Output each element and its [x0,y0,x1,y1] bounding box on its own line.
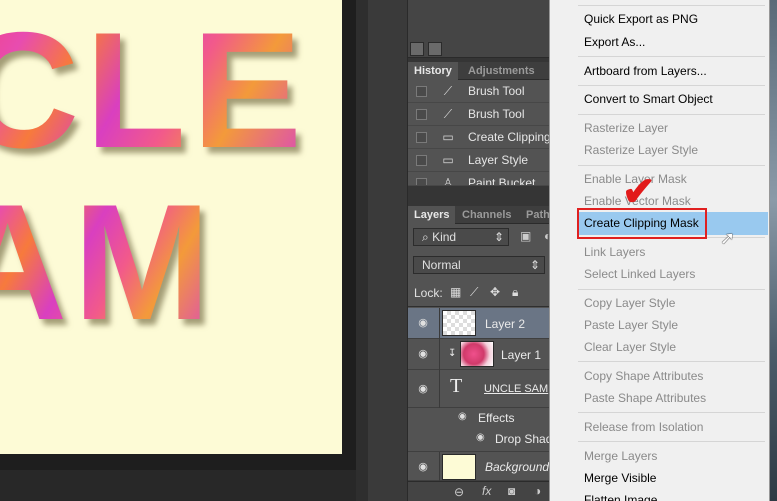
menu-separator [578,412,765,413]
workspace-divider [356,0,368,501]
history-checkbox[interactable] [416,178,427,185]
canvas-text-line-1: CLE [0,8,308,173]
effect-name: Drop Shad [495,432,553,446]
layer-context-menu: Quick Export as PNG Export As... Artboar… [549,0,770,501]
tab-adjustments[interactable]: Adjustments [462,62,541,80]
blend-mode-select[interactable]: Normal ⇕ [413,256,545,274]
menu-item-artboard-from-layers[interactable]: Artboard from Layers... [584,63,707,79]
brush-icon: ⟋ [443,84,453,98]
bucket-icon: ♙ [442,176,454,186]
lock-label: Lock: [414,286,443,300]
menu-item-select-linked-layers[interactable]: Select Linked Layers [584,266,695,282]
layer-name[interactable]: Background [485,460,549,474]
blend-mode-value: Normal [422,258,461,272]
divider [439,452,440,481]
layer-name[interactable]: Layer 1 [501,348,541,362]
checkmark-icon: ✔ [622,170,656,214]
canvas-text-line-2: AM [0,180,217,345]
image-filter-icon[interactable]: ▣ [520,229,531,243]
menu-item-export-as[interactable]: Export As... [584,34,645,50]
lock-all-icon[interactable]: 🔒︎ [512,285,518,300]
history-item-label: Layer Style [468,153,529,167]
menu-item-clear-layer-style[interactable]: Clear Layer Style [584,339,676,355]
updown-icon: ⇕ [493,230,504,244]
menu-item-paste-shape-attributes[interactable]: Paste Shape Attributes [584,390,706,406]
mouse-cursor-icon: ➚ [720,228,736,248]
menu-item-flatten-image[interactable]: Flatten Image [584,492,657,501]
photoshop-window: CLE AM History Adjustments ⟋ Brush Tool [0,0,777,501]
text-layer-icon: T [450,375,463,397]
tab-channels[interactable]: Channels [456,206,518,224]
history-checkbox[interactable] [416,132,427,143]
lock-transparency-icon[interactable]: ▦ [450,285,461,299]
clip-arrow-icon: ↧ [448,348,457,359]
history-checkbox[interactable] [416,155,427,166]
layer-filter-select[interactable]: ⌕ Kind ⇕ [413,228,509,246]
layer-thumbnail [460,341,494,367]
menu-item-merge-visible[interactable]: Merge Visible [584,470,656,486]
eye-icon[interactable]: ◉ [416,316,430,330]
link-icon[interactable]: ⊖ [454,485,464,499]
menu-item-rasterize-layer[interactable]: Rasterize Layer [584,120,668,136]
menu-item-convert-smart-object[interactable]: Convert to Smart Object [584,91,713,107]
menu-item-link-layers[interactable]: Link Layers [584,244,645,260]
eye-icon[interactable]: ◉ [458,411,467,422]
document-icon: ▭ [442,130,454,144]
canvas-shadow [342,0,356,470]
eye-icon[interactable]: ◉ [416,347,430,361]
tab-layers[interactable]: Layers [408,206,456,224]
collapsed-panel-column [368,0,408,501]
menu-item-copy-layer-style[interactable]: Copy Layer Style [584,295,675,311]
menu-item-copy-shape-attributes[interactable]: Copy Shape Attributes [584,368,703,384]
mask-icon[interactable]: ◙ [508,484,515,498]
menu-item-rasterize-layer-style[interactable]: Rasterize Layer Style [584,142,698,158]
updown-icon: ⇕ [529,258,540,272]
eye-icon[interactable]: ◉ [476,432,485,443]
layer-thumbnail [442,454,476,480]
brush-icon: ⟋ [443,107,453,121]
history-checkbox[interactable] [416,86,427,97]
menu-separator [578,289,765,290]
layer-thumbnail [442,310,476,336]
layer-name[interactable]: Layer 2 [485,317,525,331]
lock-position-icon[interactable]: ✥ [490,285,500,299]
divider [439,308,440,339]
canvas-workspace[interactable]: CLE AM [0,0,368,501]
history-item-label: Brush Tool [468,84,525,98]
layer-name[interactable]: UNCLE SAM [484,383,548,395]
panel-button[interactable] [410,42,424,56]
panel-button[interactable] [428,42,442,56]
history-checkbox[interactable] [416,109,427,120]
menu-separator [578,56,765,57]
search-icon: ⌕ [422,230,433,244]
document-canvas[interactable]: CLE AM [0,0,342,454]
fx-icon[interactable]: fx [482,484,491,498]
document-icon: ▭ [442,153,454,167]
history-item-label: Paint Bucket [468,176,536,186]
menu-separator [578,5,765,6]
menu-item-paste-layer-style[interactable]: Paste Layer Style [584,317,678,333]
adjustment-icon[interactable]: ◑ [534,484,541,498]
layer-filter-value: Kind [432,230,457,244]
menu-separator [578,85,765,86]
menu-separator [578,114,765,115]
menu-item-release-from-isolation[interactable]: Release from Isolation [584,419,703,435]
menu-item-merge-layers[interactable]: Merge Layers [584,448,657,464]
menu-separator [578,441,765,442]
desktop-background-edge [770,0,777,501]
divider [439,339,440,370]
history-item-label: Create Clipping [468,130,551,144]
menu-separator [578,165,765,166]
lock-pixels-icon[interactable]: ⟋ [470,285,478,300]
menu-separator [578,361,765,362]
menu-item-quick-export[interactable]: Quick Export as PNG [584,11,698,27]
tab-history[interactable]: History [408,62,458,80]
canvas-shadow [0,454,356,470]
effects-label: Effects [478,411,515,425]
eye-icon[interactable]: ◉ [416,382,430,396]
history-item-label: Brush Tool [468,107,525,121]
eye-icon[interactable]: ◉ [416,460,430,474]
